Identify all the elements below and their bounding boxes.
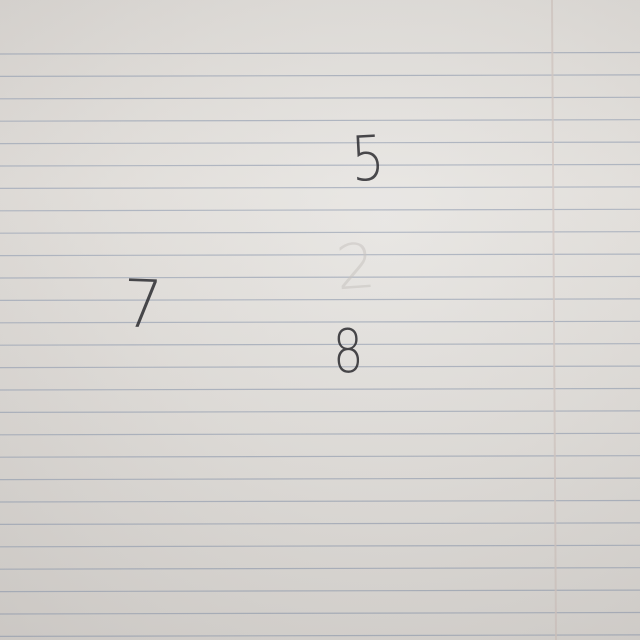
ruled-line bbox=[0, 455, 640, 458]
ruled-line bbox=[0, 141, 640, 145]
ruled-line bbox=[0, 589, 640, 593]
ruled-line bbox=[0, 499, 640, 503]
ruled-line bbox=[0, 119, 640, 122]
handwritten-digit-five: 5 bbox=[349, 121, 387, 196]
ruled-line bbox=[0, 365, 640, 369]
ruled-line bbox=[0, 186, 640, 189]
ruled-line bbox=[0, 343, 640, 346]
ruled-line bbox=[0, 74, 640, 77]
erased-digit: 2 bbox=[333, 228, 378, 305]
ruled-line bbox=[0, 51, 640, 55]
ruled-line bbox=[0, 611, 640, 615]
ruled-line bbox=[0, 567, 640, 570]
ruled-line bbox=[0, 275, 640, 279]
ruled-line bbox=[0, 320, 640, 324]
ruled-line bbox=[0, 634, 640, 638]
ruled-lines bbox=[0, 0, 640, 640]
ruled-line bbox=[0, 298, 640, 301]
ruled-line bbox=[0, 544, 640, 548]
ruled-line bbox=[0, 432, 640, 436]
ruled-line bbox=[0, 410, 640, 413]
notebook-paper: 2 5 7 8 bbox=[0, 0, 640, 640]
ruled-line bbox=[0, 522, 640, 526]
ruled-line bbox=[0, 477, 640, 481]
ruled-line bbox=[0, 253, 640, 257]
handwritten-digit-eight: 8 bbox=[331, 316, 365, 388]
ruled-line bbox=[0, 208, 640, 212]
ruled-line bbox=[0, 387, 640, 391]
ruled-line bbox=[0, 231, 640, 234]
margin-line bbox=[551, 0, 557, 640]
ruled-line bbox=[0, 163, 640, 167]
handwritten-digit-seven: 7 bbox=[121, 265, 165, 344]
ruled-line bbox=[0, 96, 640, 100]
